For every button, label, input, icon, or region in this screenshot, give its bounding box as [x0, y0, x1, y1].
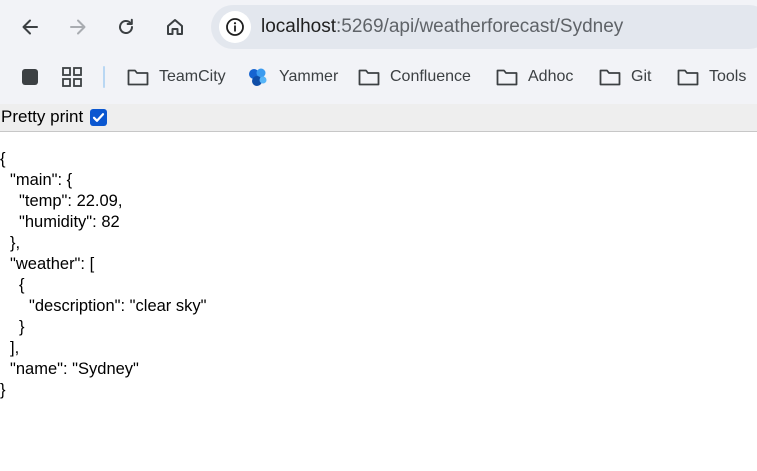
- folder-icon: [358, 69, 380, 86]
- yammer-icon: [249, 68, 267, 86]
- bookmark-git[interactable]: Git: [599, 64, 651, 90]
- bookmarks-divider: [103, 66, 105, 88]
- bookmark-label: Confluence: [390, 68, 471, 85]
- json-line: "description": "clear sky": [29, 297, 207, 315]
- json-line: },: [10, 234, 21, 252]
- json-line: }: [0, 381, 6, 399]
- json-line: }: [19, 318, 25, 336]
- bookmark-tools[interactable]: Tools: [677, 64, 746, 90]
- json-line: "weather": [: [10, 255, 95, 273]
- pretty-print-label: Pretty print: [1, 107, 84, 126]
- square-icon: [22, 69, 38, 85]
- bookmark-adhoc[interactable]: Adhoc: [496, 64, 573, 90]
- arrow-left-icon: [22, 19, 38, 35]
- bookmark-label: Yammer: [279, 68, 339, 85]
- pretty-print-checkbox[interactable]: [90, 109, 107, 126]
- reload-icon: [119, 18, 133, 34]
- json-line: "humidity": 82: [19, 213, 120, 231]
- stop-button[interactable]: [18, 65, 42, 89]
- url-text: localhost:5269/api/weatherforecast/Sydne…: [261, 16, 623, 38]
- checkmark-icon: [92, 113, 105, 122]
- url-path: :5269/api/weatherforecast/Sydney: [336, 16, 624, 37]
- site-info-button[interactable]: [219, 11, 251, 43]
- json-line: "main": {: [10, 171, 73, 189]
- forward-button[interactable]: [62, 11, 94, 43]
- home-icon: [167, 19, 183, 35]
- bookmark-label: TeamCity: [159, 68, 226, 85]
- bookmark-yammer[interactable]: Yammer: [247, 64, 338, 90]
- bookmark-label: Tools: [709, 68, 747, 85]
- json-line: "name": "Sydney": [10, 360, 139, 378]
- bookmark-label: Git: [631, 68, 652, 85]
- folder-icon: [599, 69, 621, 86]
- folder-icon: [677, 69, 699, 86]
- folder-icon: [496, 69, 518, 86]
- json-line: {: [19, 276, 25, 294]
- bookmark-label: Adhoc: [528, 68, 574, 85]
- arrow-right-icon: [70, 19, 86, 35]
- home-button[interactable]: [159, 11, 191, 43]
- url-host: localhost: [261, 16, 336, 37]
- apps-button[interactable]: [60, 65, 84, 89]
- browser-toolbar: localhost:5269/api/weatherforecast/Sydne…: [0, 0, 757, 104]
- json-line: ],: [10, 339, 20, 357]
- address-bar[interactable]: localhost:5269/api/weatherforecast/Sydne…: [211, 5, 757, 49]
- back-button[interactable]: [14, 11, 46, 43]
- folder-icon: [127, 69, 149, 86]
- bookmark-confluence[interactable]: Confluence: [358, 64, 471, 90]
- pretty-print-bar: Pretty print: [0, 104, 757, 132]
- apps-grid-icon: [62, 67, 82, 87]
- json-line: "temp": 22.09,: [19, 192, 123, 210]
- bookmarks-bar: TeamCity Yammer Confluence Adhoc Git Too…: [0, 58, 757, 96]
- bookmark-teamcity[interactable]: TeamCity: [127, 64, 226, 90]
- json-body: { "main": { "temp": 22.09, "humidity": 8…: [0, 149, 207, 401]
- reload-button[interactable]: [110, 11, 142, 43]
- info-icon: [226, 18, 244, 36]
- json-line: {: [0, 150, 6, 168]
